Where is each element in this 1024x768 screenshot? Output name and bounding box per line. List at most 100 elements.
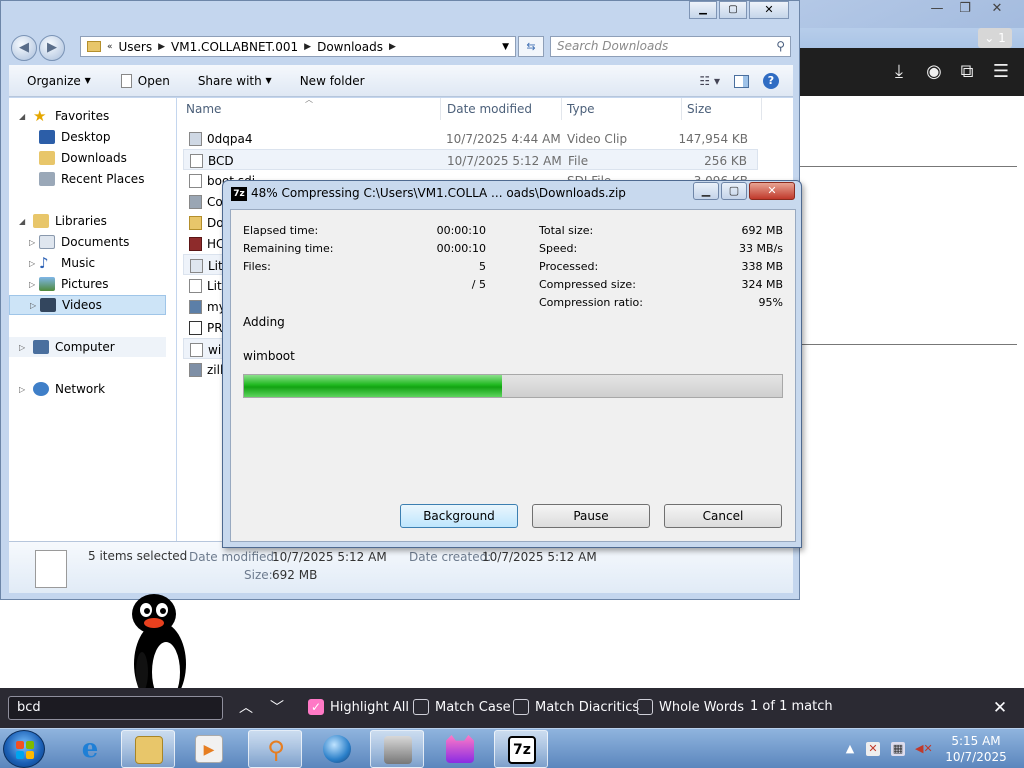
download-icon[interactable]: ⤓	[887, 60, 911, 84]
show-hidden-icons-icon[interactable]: ▲	[843, 742, 857, 756]
column-divider[interactable]	[440, 98, 441, 120]
dialog-minimize-button[interactable]: ▁	[693, 182, 719, 200]
refresh-button[interactable]: ⇆	[518, 36, 544, 57]
match-diacritics-checkbox[interactable]: Match Diacritics	[513, 699, 639, 715]
column-size[interactable]: Size	[687, 102, 712, 116]
new-folder-button[interactable]: New folder	[300, 74, 365, 88]
action-center-icon[interactable]: ✕	[866, 742, 880, 756]
column-date-modified[interactable]: Date modified	[447, 102, 532, 116]
organize-button[interactable]: Organize ▼	[27, 74, 91, 88]
breadcrumb-item[interactable]: Downloads	[317, 40, 383, 54]
expand-icon[interactable]: ▷	[29, 238, 39, 247]
address-dropdown-icon[interactable]: ▼	[502, 42, 509, 52]
nav-pictures[interactable]: ▷ Pictures	[9, 274, 166, 294]
menu-icon[interactable]: ☰	[989, 60, 1013, 84]
view-options-icon[interactable]: ☷ ▾	[699, 74, 720, 88]
close-icon[interactable]: ✕	[988, 696, 1012, 720]
volume-muted-icon[interactable]: ◀✕	[915, 742, 933, 756]
help-icon[interactable]: ?	[763, 73, 779, 89]
explorer-minimize-button[interactable]: ▁	[689, 1, 717, 19]
cancel-button[interactable]: Cancel	[664, 504, 782, 528]
network-icon[interactable]: ▦	[891, 742, 905, 756]
clock-date: 10/7/2025	[945, 750, 1007, 764]
expand-icon[interactable]: ◢	[19, 217, 29, 226]
share-with-button[interactable]: Share with ▼	[198, 74, 272, 88]
nav-music[interactable]: ▷ ♪ Music	[9, 253, 166, 273]
pause-button[interactable]: Pause	[532, 504, 650, 528]
tab-count-badge[interactable]: ⌄ 1	[978, 28, 1012, 48]
taskbar-archive-app[interactable]	[370, 730, 424, 768]
navigation-pane: ◢ ★ Favorites Desktop Downloads Recent Pla…	[9, 98, 176, 541]
expand-icon[interactable]: ▷	[19, 385, 29, 394]
browser-maximize-button[interactable]: ❐	[952, 0, 978, 20]
column-type[interactable]: Type	[567, 102, 595, 116]
nav-network[interactable]: ▷ Network	[9, 379, 166, 399]
address-bar[interactable]: « Users ▶ VM1.COLLABNET.001 ▶ Downloads …	[80, 36, 516, 57]
forward-button[interactable]: ▶	[39, 35, 65, 61]
nav-desktop[interactable]: Desktop	[9, 127, 166, 147]
dialog-close-button[interactable]: ✕	[749, 182, 795, 200]
taskbar-cat-app[interactable]	[433, 730, 487, 768]
back-button[interactable]: ◀	[11, 35, 37, 61]
taskbar-windows-explorer[interactable]	[121, 730, 175, 768]
expand-icon[interactable]: ▷	[29, 259, 39, 268]
column-divider[interactable]	[681, 98, 682, 120]
command-bar: Organize ▼ Open Share with ▼ New folder …	[9, 65, 793, 97]
column-divider[interactable]	[561, 98, 562, 120]
column-divider[interactable]	[761, 98, 762, 120]
taskbar-search-app[interactable]: ⚲	[248, 730, 302, 768]
nav-computer[interactable]: ▷ Computer	[9, 337, 166, 357]
chevron-right-icon[interactable]: ▶	[304, 42, 311, 52]
highlight-all-checkbox[interactable]: ✓ Highlight All	[308, 699, 409, 715]
start-button[interactable]	[3, 730, 45, 768]
explorer-close-button[interactable]: ✕	[749, 1, 789, 19]
dialog-body: Elapsed time: 00:00:10 Remaining time: 0…	[230, 209, 796, 542]
taskbar-7zip[interactable]: 7z	[494, 730, 548, 768]
compressed-size-label: Compressed size:	[539, 278, 636, 291]
chevron-down-icon: ▼	[265, 76, 272, 85]
account-icon[interactable]: ◉	[922, 60, 946, 84]
explorer-maximize-button[interactable]: ▢	[719, 1, 747, 19]
preview-pane-icon[interactable]	[734, 74, 749, 88]
find-previous-button[interactable]: ︿	[234, 696, 258, 720]
nav-recent-places[interactable]: Recent Places	[9, 169, 166, 189]
nav-documents[interactable]: ▷ Documents	[9, 232, 166, 252]
browser-minimize-button[interactable]: —	[924, 0, 950, 20]
nav-libraries[interactable]: ◢ Libraries	[9, 211, 166, 231]
file-icon	[189, 174, 202, 188]
dialog-maximize-button[interactable]: ▢	[721, 182, 747, 200]
open-button[interactable]: Open	[120, 73, 170, 88]
extensions-icon[interactable]: ⧉	[955, 60, 979, 84]
expand-icon[interactable]: ▷	[29, 280, 39, 289]
taskbar-media-player[interactable]: ▶	[182, 730, 236, 768]
sort-up-icon: ︿	[305, 95, 313, 104]
nav-videos[interactable]: ▷ Videos	[9, 295, 166, 315]
taskbar-globe-app[interactable]	[310, 730, 364, 768]
search-input[interactable]: Search Downloads ⚲	[550, 36, 791, 57]
chevron-right-icon[interactable]: ▶	[158, 42, 165, 52]
background-button[interactable]: Background	[400, 504, 518, 528]
match-case-checkbox[interactable]: Match Case	[413, 699, 511, 715]
breadcrumb-item[interactable]: VM1.COLLABNET.001	[171, 40, 298, 54]
browser-close-button[interactable]: ✕	[984, 0, 1010, 20]
expand-icon[interactable]: ◢	[19, 112, 29, 121]
libraries-icon	[33, 214, 49, 228]
overflow-icon[interactable]: «	[107, 42, 113, 52]
whole-words-checkbox[interactable]: Whole Words	[637, 699, 744, 715]
chevron-right-icon[interactable]: ▶	[389, 42, 396, 52]
column-name[interactable]: Name	[186, 102, 221, 116]
search-icon: ⚲	[776, 39, 785, 53]
taskbar-internet-explorer[interactable]: e	[63, 730, 117, 768]
find-input[interactable]: bcd	[8, 696, 223, 720]
expand-icon[interactable]: ▷	[30, 301, 40, 310]
size-label: Size:	[244, 568, 273, 582]
checkbox-label: Highlight All	[330, 699, 409, 715]
breadcrumb-item[interactable]: Users	[119, 40, 153, 54]
system-clock[interactable]: 5:15 AM 10/7/2025	[940, 733, 1012, 765]
file-row[interactable]: 0dqpa4 10/7/2025 4:44 AM Video Clip 147,954…	[183, 128, 758, 149]
nav-favorites[interactable]: ◢ ★ Favorites	[9, 106, 166, 126]
nav-downloads[interactable]: Downloads	[9, 148, 166, 168]
find-next-button[interactable]: ﹀	[265, 696, 289, 720]
file-row[interactable]: BCD 10/7/2025 5:12 AM File 256 KB	[183, 149, 758, 170]
expand-icon[interactable]: ▷	[19, 343, 29, 352]
